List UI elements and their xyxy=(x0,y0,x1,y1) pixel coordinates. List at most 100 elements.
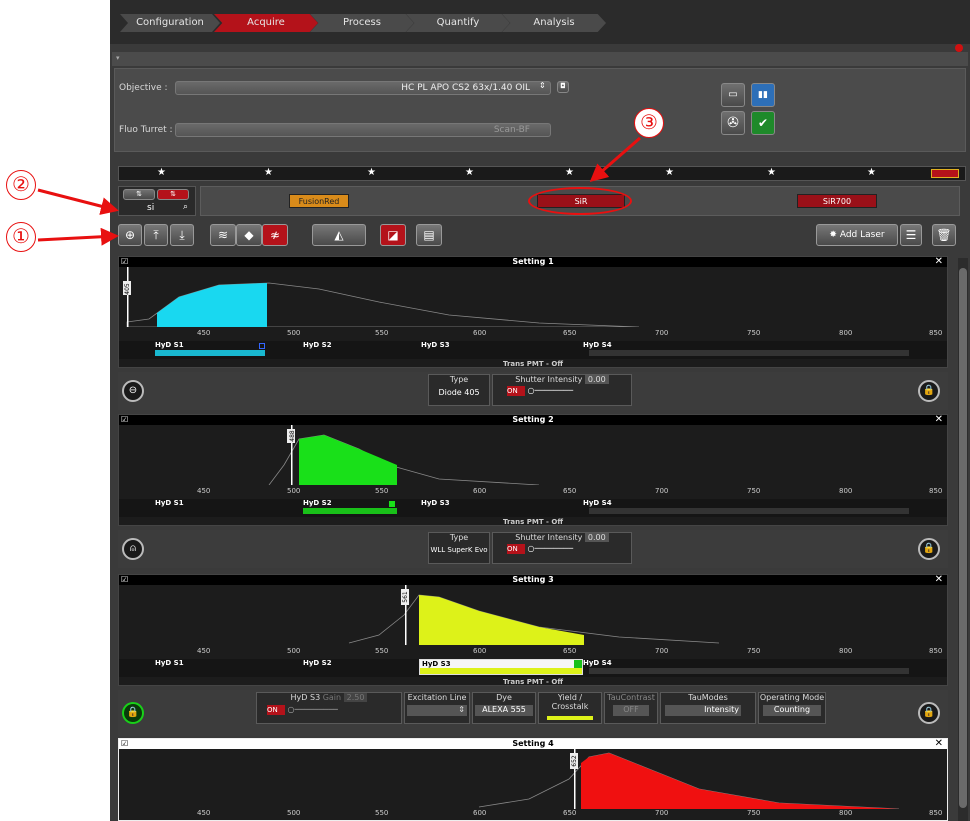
dye-label: Dye xyxy=(496,693,512,702)
axis-tick: 500 xyxy=(287,647,301,655)
axis-tick: 650 xyxy=(563,647,577,655)
laser-wavelength: 488 xyxy=(289,430,296,442)
shutter-intensity-box: Shutter Intensity 0.00 ON ○──────── xyxy=(492,374,632,406)
axis-tick: 850 xyxy=(929,487,943,495)
lock-icon[interactable]: 🔒 xyxy=(918,380,940,402)
setting-panel-3: Setting 3 ☑ ✕ 561 450 500 550 600 650 70… xyxy=(118,574,948,686)
axis-tick: 450 xyxy=(197,487,211,495)
detector-row: HyD S1 HyD S2 HyD S3 HyD S4 xyxy=(119,499,947,517)
detector-label-hyd-s3: HyD S3 xyxy=(421,341,450,349)
detector-range-bar-inactive[interactable] xyxy=(589,350,909,356)
axis-tick: 850 xyxy=(929,809,943,817)
detector-lock-icon[interactable]: 🔒 xyxy=(122,702,144,724)
checkbox-icon[interactable]: ☑ xyxy=(121,739,128,748)
close-icon[interactable]: ✕ xyxy=(935,414,943,425)
intensity-slider-icon[interactable]: ○──────── xyxy=(528,544,574,553)
detector-label-hyd-s4: HyD S4 xyxy=(583,341,612,349)
axis-tick: 750 xyxy=(747,487,761,495)
axis-tick: 550 xyxy=(375,487,389,495)
axis-tick: 800 xyxy=(839,487,853,495)
type-label: Type xyxy=(449,533,469,542)
detector-range-bar-inactive[interactable] xyxy=(589,668,909,674)
axis-tick: 600 xyxy=(473,487,487,495)
emission-spectrum-4[interactable]: 652 xyxy=(119,749,949,809)
lock-icon[interactable]: 🔒 xyxy=(918,538,940,560)
vertical-scrollbar[interactable] xyxy=(958,258,968,821)
laser-wavelength: 652 xyxy=(571,755,578,767)
emission-spectrum-1[interactable]: 405 xyxy=(119,267,949,327)
laser-wavelength: 405 xyxy=(124,283,131,295)
shutter-on-toggle[interactable]: ON xyxy=(507,386,525,396)
axis-tick: 650 xyxy=(563,329,577,337)
checkbox-icon[interactable]: ☑ xyxy=(121,575,128,584)
type-value: WLL SuperK Evo xyxy=(430,546,488,554)
scrollbar-thumb[interactable] xyxy=(959,268,967,808)
detector-row: HyD S1 HyD S2 HyD S3 HyD S4 xyxy=(119,341,947,359)
gain-slider-icon[interactable]: ○───────── xyxy=(288,705,338,714)
shutter-on-toggle[interactable]: ON xyxy=(507,544,525,554)
operating-mode-box: Operating Mode Counting xyxy=(758,692,826,724)
axis-tick: 750 xyxy=(747,809,761,817)
yield-bar xyxy=(547,716,593,720)
laser-control-row-2: ⍝ Type WLL SuperK Evo Shutter Intensity … xyxy=(118,530,948,568)
excitation-line-box: Excitation Line ⇕ xyxy=(404,692,470,724)
axis-tick: 700 xyxy=(655,809,669,817)
detector-range-bar[interactable] xyxy=(155,350,265,356)
yield-crosstalk-box: Yield / Crosstalk xyxy=(538,692,602,724)
laser-type-box: Type WLL SuperK Evo xyxy=(428,532,490,564)
checkbox-icon[interactable]: ☑ xyxy=(121,415,128,424)
wll-toggle-icon[interactable]: ⍝ xyxy=(122,538,144,560)
intensity-input[interactable]: 0.00 xyxy=(584,375,609,384)
detector-label-hyd-s2: HyD S2 xyxy=(303,499,332,507)
axis-tick: 500 xyxy=(287,487,301,495)
dye-select[interactable]: ALEXA 555 xyxy=(475,705,533,716)
shutter-intensity-box: Shutter Intensity 0.00 ON ○──────── xyxy=(492,532,632,564)
axis-tick: 450 xyxy=(197,809,211,817)
detector-on-toggle[interactable]: ON xyxy=(267,705,285,715)
detector-range-bar[interactable] xyxy=(420,668,582,674)
gain-input[interactable]: 2.50 xyxy=(343,693,368,702)
tau-modes-box: TauModes Intensity xyxy=(660,692,756,724)
detector-range-bar[interactable] xyxy=(303,508,397,514)
intensity-input[interactable]: 0.00 xyxy=(584,533,609,542)
detector-label-hyd-s1: HyD S1 xyxy=(155,659,184,667)
tau-contrast-toggle[interactable]: OFF xyxy=(613,705,649,716)
intensity-slider-icon[interactable]: ○──────── xyxy=(528,386,574,395)
axis-tick: 800 xyxy=(839,329,853,337)
close-icon[interactable]: ✕ xyxy=(935,738,943,749)
detector-name: HyD S3 xyxy=(290,693,321,702)
axis-tick: 850 xyxy=(929,329,943,337)
axis-tick: 700 xyxy=(655,329,669,337)
intensity-label: Intensity xyxy=(547,375,583,384)
axis-tick: 700 xyxy=(655,647,669,655)
detector-handle[interactable] xyxy=(574,660,582,668)
annotation-arrow xyxy=(37,188,119,215)
detector-label-hyd-s1: HyD S1 xyxy=(155,499,184,507)
setting-title: Setting 4 xyxy=(119,739,947,749)
detector-label-hyd-s2: HyD S2 xyxy=(303,659,332,667)
tau-modes-select[interactable]: Intensity xyxy=(665,705,741,716)
axis-tick: 800 xyxy=(839,809,853,817)
tau-contrast-label: TauContrast xyxy=(607,693,655,702)
detector-handle[interactable] xyxy=(259,343,265,349)
setting-panel-4: Setting 4 ☑ ✕ 652 450 500 550 600 650 70… xyxy=(118,738,948,821)
emission-spectrum-2[interactable]: 488 xyxy=(119,425,949,485)
detector-handle[interactable] xyxy=(389,501,395,507)
detector-range-selected[interactable]: HyD S3 xyxy=(419,659,583,675)
tau-contrast-box: TauContrast OFF xyxy=(604,692,658,724)
operating-mode-select[interactable]: Counting xyxy=(763,705,821,716)
axis-tick: 550 xyxy=(375,647,389,655)
detector-control-row: 🔒 HyD S3 Gain 2.50 ON ○───────── Excitat… xyxy=(118,690,948,736)
detector-range-bar-inactive[interactable] xyxy=(589,508,909,514)
close-icon[interactable]: ✕ xyxy=(935,574,943,585)
shutter-label: Shutter xyxy=(515,375,545,384)
excitation-label: Excitation Line xyxy=(407,693,467,702)
lock-icon[interactable]: 🔒 xyxy=(918,702,940,724)
operating-mode-label: Operating Mode xyxy=(759,693,825,702)
dye-box: Dye ALEXA 555 xyxy=(472,692,536,724)
emission-spectrum-3[interactable]: 561 xyxy=(119,585,949,645)
axis-tick: 500 xyxy=(287,329,301,337)
excitation-line-select[interactable]: ⇕ xyxy=(407,705,467,716)
intensity-label: Intensity xyxy=(547,533,583,542)
laser-toggle-icon[interactable]: ⊖ xyxy=(122,380,144,402)
